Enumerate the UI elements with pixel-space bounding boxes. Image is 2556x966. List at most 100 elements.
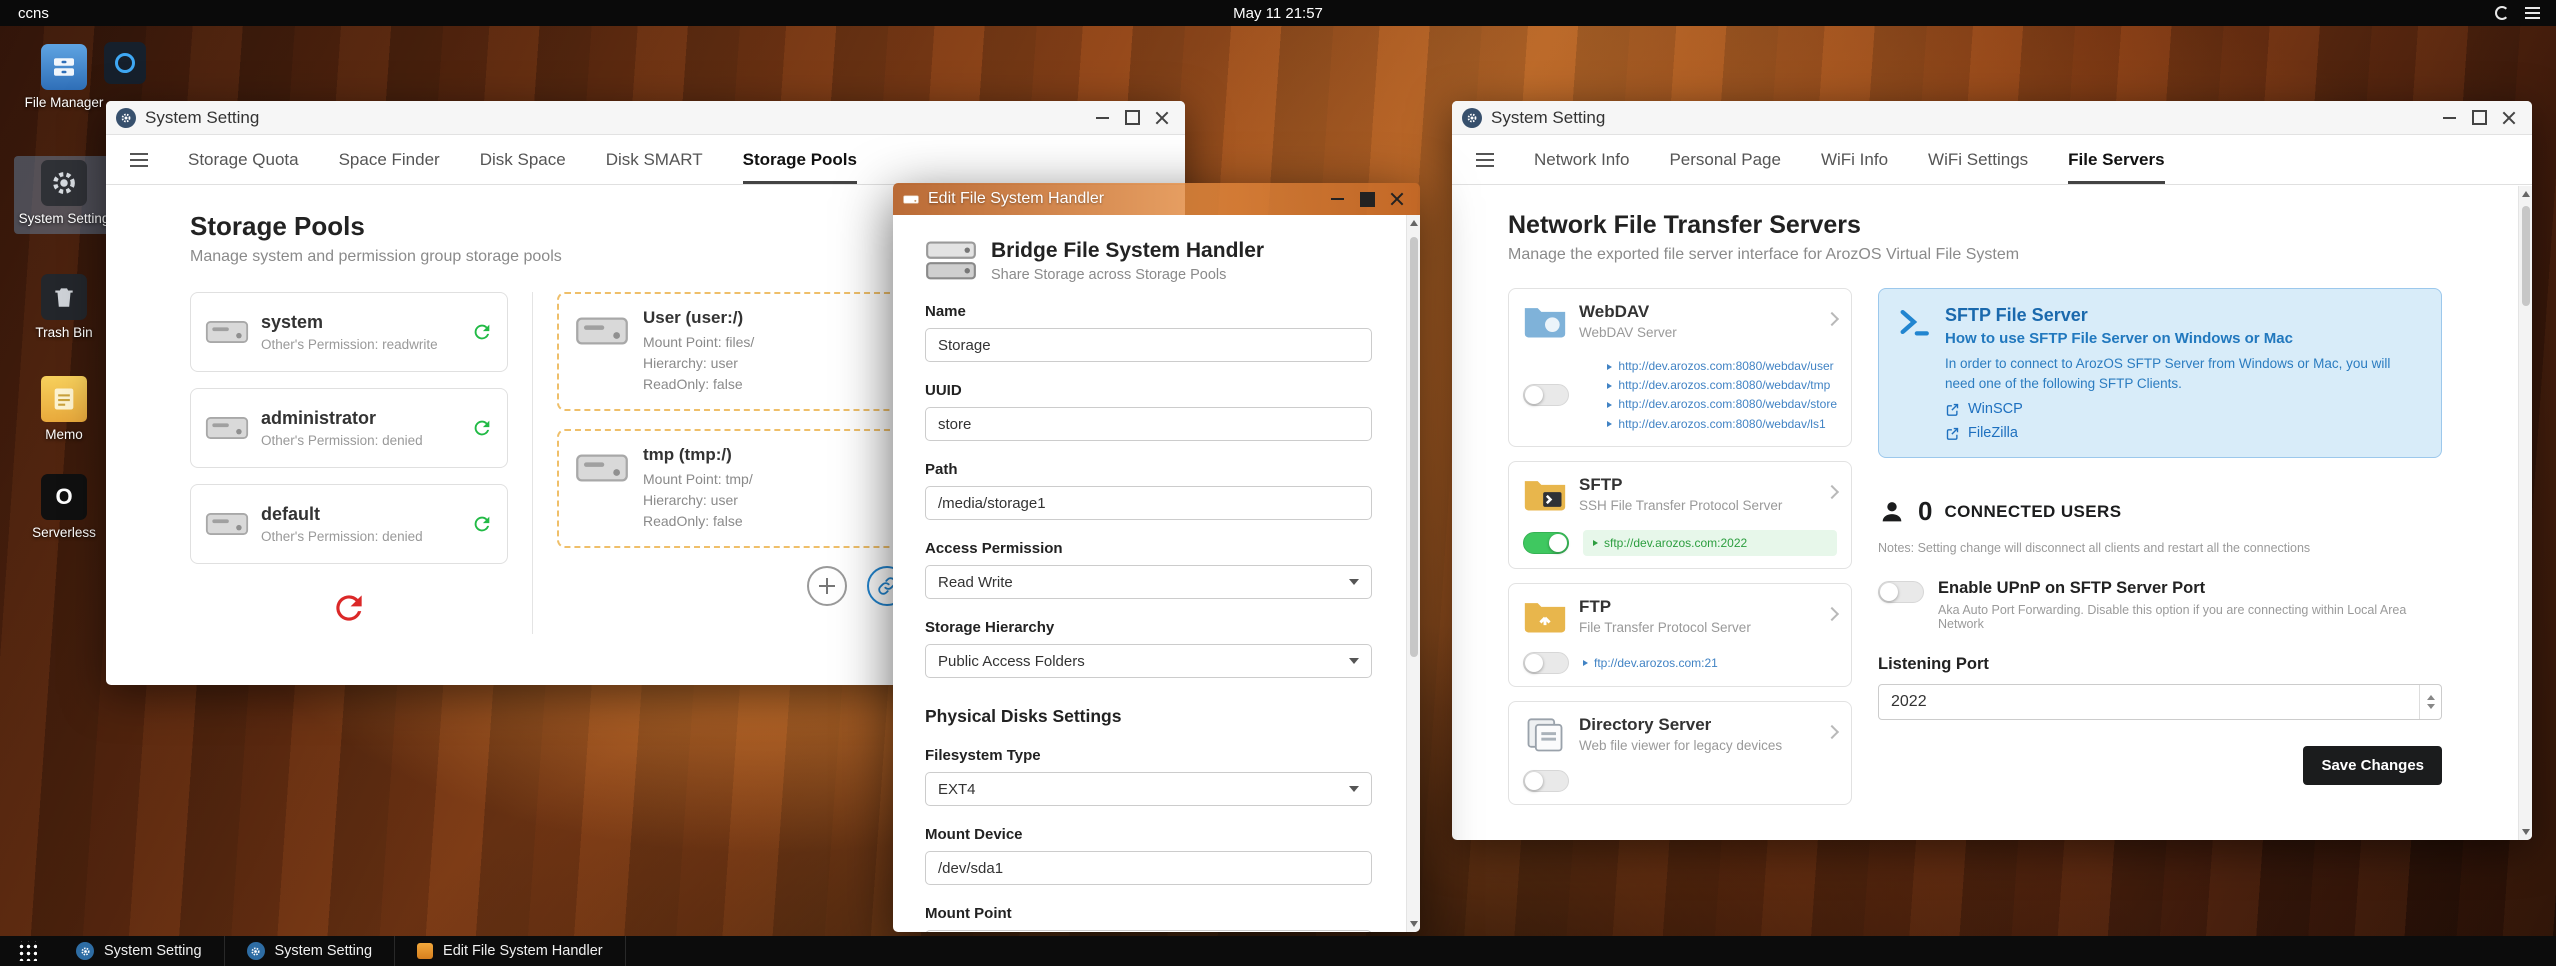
desktop-icon-file-manager[interactable]: File Manager <box>14 44 114 112</box>
refresh-pools-button[interactable] <box>323 582 375 634</box>
taskbar-item-system-setting-1[interactable]: System Setting <box>54 936 225 966</box>
desktop-icon-system-setting[interactable]: System Setting <box>14 156 114 234</box>
scrollbar-thumb[interactable] <box>2522 206 2530 306</box>
tab-file-servers[interactable]: File Servers <box>2068 135 2165 184</box>
client-link-filezilla[interactable]: FileZilla <box>1945 425 2423 441</box>
scroll-up-icon[interactable] <box>1410 220 1418 226</box>
spinner-down-icon[interactable] <box>2426 704 2435 710</box>
sync-icon[interactable] <box>471 513 493 535</box>
toggle-knob <box>1525 771 1543 790</box>
webdav-link[interactable]: http://dev.arozos.com:8080/webdav/user <box>1607 357 1837 376</box>
pool-card-system[interactable]: system Other's Permission: readwrite <box>190 292 508 372</box>
webdav-toggle[interactable] <box>1523 384 1569 407</box>
hamburger-menu-icon[interactable] <box>1476 152 1494 167</box>
upnp-desc: Aka Auto Port Forwarding. Disable this o… <box>1938 603 2407 632</box>
pool-name: system <box>261 312 324 332</box>
scrollbar[interactable] <box>2518 186 2532 840</box>
terminal-prompt-icon <box>1900 309 1929 336</box>
pool-card-default[interactable]: default Other's Permission: denied <box>190 484 508 564</box>
scroll-up-icon[interactable] <box>2522 191 2530 197</box>
scrollbar[interactable] <box>1406 215 1420 932</box>
access-permission-select[interactable]: Read Write <box>925 565 1372 599</box>
minimize-button[interactable] <box>2434 101 2464 135</box>
webdav-link[interactable]: http://dev.arozos.com:8080/webdav/store <box>1607 395 1837 414</box>
storage-hierarchy-select[interactable]: Public Access Folders <box>925 644 1372 678</box>
titlebar[interactable]: System Setting <box>1452 101 2532 135</box>
desktop-icon-trash-bin[interactable]: Trash Bin <box>14 274 114 342</box>
maximize-button[interactable] <box>1352 183 1382 216</box>
bridge-handler-icon <box>926 241 976 280</box>
maximize-button[interactable] <box>2464 101 2494 135</box>
link-text: http://dev.arozos.com:8080/webdav/ls1 <box>1618 416 1826 431</box>
desktop-icon-record[interactable] <box>104 42 146 84</box>
webdav-link[interactable]: http://dev.arozos.com:8080/webdav/ls1 <box>1607 415 1837 434</box>
tab-wifi-settings[interactable]: WiFi Settings <box>1928 135 2028 184</box>
filesystem-type-select[interactable]: EXT4 <box>925 772 1372 806</box>
pool-card-administrator[interactable]: administrator Other's Permission: denied <box>190 388 508 468</box>
server-card-ftp[interactable]: FTP File Transfer Protocol Server ftp://… <box>1508 582 1852 687</box>
close-button[interactable] <box>2494 101 2524 135</box>
minimize-button[interactable] <box>1087 101 1117 135</box>
ftp-toggle[interactable] <box>1523 651 1569 674</box>
mount-card-tmp[interactable]: tmp (tmp:/) Mount Point: tmp/ Hierarchy:… <box>557 429 917 548</box>
mount-device-label: Mount Device <box>925 826 1023 843</box>
window-system-setting-network: System Setting Network Info Personal Pag… <box>1452 101 2532 840</box>
uuid-input[interactable] <box>925 407 1372 441</box>
client-link-winscp[interactable]: WinSCP <box>1945 401 2423 417</box>
spinner-up-icon[interactable] <box>2426 695 2435 701</box>
handler-app-icon <box>417 943 434 959</box>
tab-disk-smart[interactable]: Disk SMART <box>606 135 703 184</box>
mount-device-input[interactable] <box>925 851 1372 885</box>
sync-icon[interactable] <box>471 321 493 343</box>
link-text: http://dev.arozos.com:8080/webdav/store <box>1618 397 1837 412</box>
number-spinner[interactable] <box>2419 685 2441 720</box>
pool-permission: Other's Permission: denied <box>261 433 423 448</box>
server-card-directory[interactable]: Directory Server Web file viewer for leg… <box>1508 700 1852 805</box>
disk-icon <box>205 417 249 439</box>
tab-network-info[interactable]: Network Info <box>1534 135 1629 184</box>
scroll-down-icon[interactable] <box>2522 829 2530 835</box>
tab-disk-space[interactable]: Disk Space <box>480 135 566 184</box>
close-button[interactable] <box>1382 183 1412 216</box>
desktop-icon-serverless[interactable]: O Serverless <box>14 474 114 542</box>
tab-storage-pools[interactable]: Storage Pools <box>742 135 857 184</box>
scrollbar-thumb[interactable] <box>1410 237 1418 657</box>
sftp-link[interactable]: sftp://dev.arozos.com:2022 <box>1583 529 1837 556</box>
close-button[interactable] <box>1147 101 1177 135</box>
memo-icon <box>41 376 87 422</box>
mount-point-input[interactable] <box>925 930 1372 932</box>
webdav-link[interactable]: http://dev.arozos.com:8080/webdav/tmp <box>1607 376 1837 395</box>
sftp-toggle[interactable] <box>1523 531 1569 554</box>
taskbar-item-edit-file-system-handler[interactable]: Edit File System Handler <box>395 936 626 966</box>
mount-card-user[interactable]: User (user:/) Mount Point: files/ Hierar… <box>557 292 917 411</box>
directory-toggle[interactable] <box>1523 769 1569 792</box>
minimize-button[interactable] <box>1322 183 1352 216</box>
tab-wifi-info[interactable]: WiFi Info <box>1821 135 1888 184</box>
add-mount-button[interactable] <box>807 566 847 606</box>
app-launcher-button[interactable] <box>0 936 54 966</box>
desktop-icon-memo[interactable]: Memo <box>14 376 114 444</box>
server-card-webdav[interactable]: WebDAV WebDAV Server http://dev.arozos.c… <box>1508 288 1852 447</box>
file-servers-content: Network File Transfer Servers Manage the… <box>1452 185 2532 839</box>
path-input[interactable] <box>925 486 1372 520</box>
titlebar[interactable]: System Setting <box>106 101 1185 135</box>
tab-personal-page[interactable]: Personal Page <box>1669 135 1781 184</box>
upnp-toggle[interactable] <box>1878 581 1924 604</box>
server-card-sftp[interactable]: SFTP SSH File Transfer Protocol Server s… <box>1508 460 1852 569</box>
sync-icon[interactable] <box>471 417 493 439</box>
taskbar-item-system-setting-2[interactable]: System Setting <box>225 936 396 966</box>
tab-storage-quota[interactable]: Storage Quota <box>188 135 299 184</box>
scroll-down-icon[interactable] <box>1410 921 1418 927</box>
maximize-button[interactable] <box>1117 101 1147 135</box>
listening-port-input[interactable] <box>1878 684 2442 721</box>
sftp-info-box: SFTP File Server How to use SFTP File Se… <box>1878 288 2442 459</box>
client-label: FileZilla <box>1968 425 2018 442</box>
tab-space-finder[interactable]: Space Finder <box>339 135 440 184</box>
ftp-link[interactable]: ftp://dev.arozos.com:21 <box>1583 656 1718 670</box>
titlebar[interactable]: Edit File System Handler <box>893 183 1420 215</box>
hamburger-menu-icon[interactable] <box>130 152 148 167</box>
save-changes-button[interactable]: Save Changes <box>2303 746 2442 786</box>
mount-name: User (user:/) <box>643 308 744 327</box>
name-input[interactable] <box>925 328 1372 362</box>
server-name: Directory Server <box>1579 714 1712 734</box>
